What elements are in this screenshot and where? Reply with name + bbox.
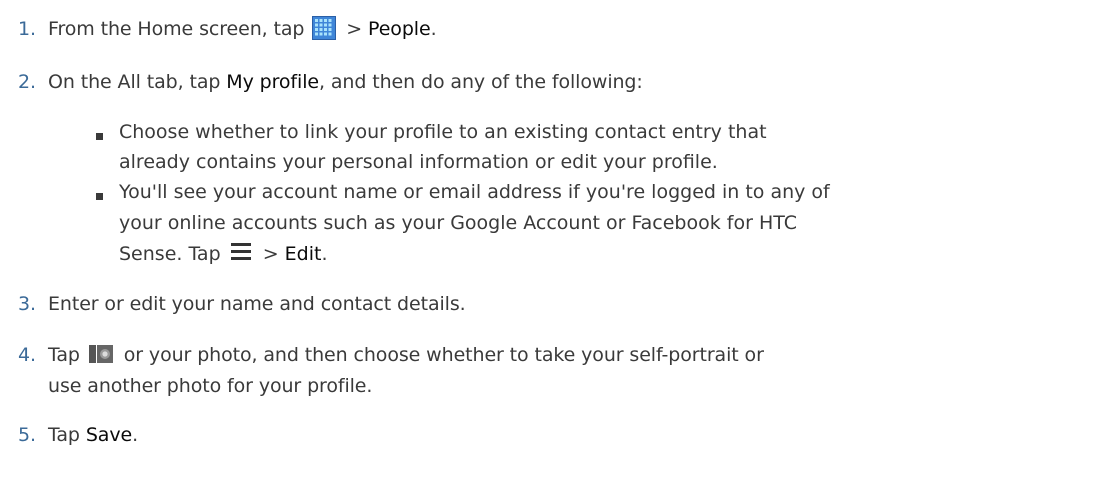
ui-term-my-profile: My profile: [226, 71, 319, 93]
bullet-2-line-2: your online accounts such as your Google…: [119, 212, 797, 234]
ui-term-people: People: [368, 18, 431, 40]
instruction-list: 1. From the Home screen, tap > People. 2.…: [0, 0, 1111, 498]
menu-icon: [229, 240, 253, 264]
step-text: From the Home screen, tap > People.: [48, 15, 437, 40]
camera-icon: [88, 343, 114, 365]
step-text: On the All tab, tap My profile, and then…: [48, 71, 643, 93]
bullet-marker: [96, 133, 103, 140]
bullet-2-line-3: Sense. Tap > Edit.: [119, 239, 328, 269]
ui-term-edit: Edit: [284, 243, 322, 265]
step-2: 2. On the All tab, tap My profile, and th…: [18, 68, 643, 96]
step-number: 1.: [18, 18, 36, 40]
ui-term-save: Save: [85, 424, 133, 446]
step-4-line-2: use another photo for your profile.: [48, 375, 373, 397]
step-number: 5.: [18, 424, 36, 446]
step-3: 3. Enter or edit your name and contact de…: [18, 290, 466, 318]
step-4: 4. Tap or your photo, and then choose whe…: [18, 341, 764, 369]
bullet-1-line-1: Choose whether to link your profile to a…: [119, 121, 767, 143]
bullet-marker: [96, 193, 103, 200]
apps-grid-icon: [312, 15, 337, 40]
step-number: 2.: [18, 71, 36, 93]
bullet-2-line-1: You'll see your account name or email ad…: [119, 181, 830, 203]
step-1: 1. From the Home screen, tap > People.: [18, 15, 437, 43]
step-text: Tap or your photo, and then choose wheth…: [48, 344, 764, 366]
step-text: Enter or edit your name and contact deta…: [48, 293, 466, 315]
step-text: Tap Save.: [48, 424, 139, 446]
step-5: 5. Tap Save.: [18, 421, 138, 449]
bullet-1-line-2: already contains your personal informati…: [119, 151, 718, 173]
step-number: 4.: [18, 344, 36, 366]
step-number: 3.: [18, 293, 36, 315]
